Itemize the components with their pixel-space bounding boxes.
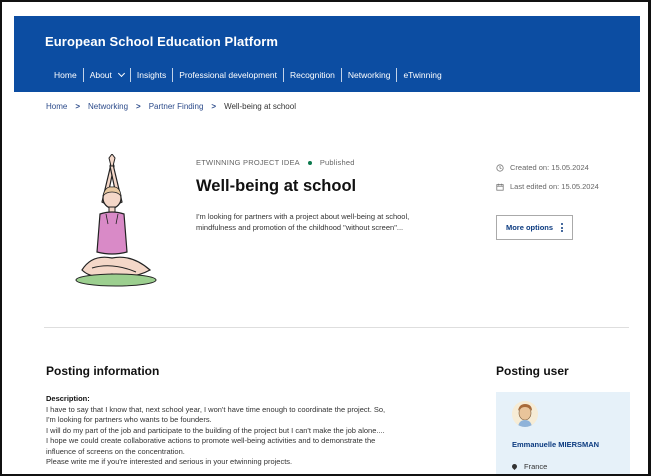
created-date: Created on: 15.05.2024 xyxy=(496,163,589,172)
section-divider xyxy=(44,327,629,328)
description-line: Please write me if you're interested and… xyxy=(46,457,293,466)
nav-home[interactable]: Home xyxy=(50,68,83,82)
chevron-down-icon xyxy=(117,69,125,78)
description-label: Description: xyxy=(46,394,90,403)
posting-user-country-text: France xyxy=(524,462,548,471)
posting-information-heading: Posting information xyxy=(46,364,160,378)
breadcrumb-partner-finding[interactable]: Partner Finding xyxy=(149,102,204,111)
yoga-meditation-figure-icon xyxy=(75,154,157,287)
site-header: European School Education Platform Home … xyxy=(14,16,640,92)
nav-etwinning-label: eTwinning xyxy=(403,70,442,80)
posting-user-country: France xyxy=(510,462,548,471)
project-status: Published xyxy=(319,158,355,167)
posting-user-heading: Posting user xyxy=(496,364,569,378)
project-summary: I'm looking for partners with a project … xyxy=(196,212,410,232)
site-title[interactable]: European School Education Platform xyxy=(45,34,278,49)
nav-etwinning[interactable]: eTwinning xyxy=(396,68,447,82)
description-line: I hope we could create collaborative act… xyxy=(46,436,376,445)
nav-professional-development[interactable]: Professional development xyxy=(172,68,283,82)
edited-date: Last edited on: 15.05.2024 xyxy=(496,182,599,191)
more-options-button[interactable]: More options xyxy=(496,215,573,240)
description-block: Description: I have to say that I know t… xyxy=(46,394,446,468)
location-pin-icon xyxy=(510,462,519,471)
description-line: I'm looking for partners who wants to be… xyxy=(46,415,212,424)
breadcrumb-separator-icon: > xyxy=(211,102,217,111)
nav-insights-label: Insights xyxy=(136,70,167,80)
clock-icon xyxy=(496,163,504,172)
edited-date-text: Last edited on: 15.05.2024 xyxy=(510,182,599,191)
nav-recognition[interactable]: Recognition xyxy=(283,68,341,82)
project-kicker: ETWINNING PROJECT IDEA Published xyxy=(196,158,355,167)
nav-professional-development-label: Professional development xyxy=(179,70,278,80)
nav-home-label: Home xyxy=(54,70,77,80)
nav-recognition-label: Recognition xyxy=(290,70,335,80)
page-frame: European School Education Platform Home … xyxy=(0,0,651,476)
nav-networking-label: Networking xyxy=(347,70,391,80)
project-type-label: ETWINNING PROJECT IDEA xyxy=(196,158,300,167)
breadcrumb: Home > Networking > Partner Finding > We… xyxy=(46,102,296,111)
nav-about[interactable]: About xyxy=(82,68,130,82)
breadcrumb-separator-icon: > xyxy=(75,102,81,111)
description-line: I have to say that I know that, next sch… xyxy=(46,404,386,414)
nav-networking[interactable]: Networking xyxy=(340,68,397,82)
created-date-text: Created on: 15.05.2024 xyxy=(510,163,589,172)
description-line: influence of screens on the concentratio… xyxy=(46,446,185,456)
calendar-icon xyxy=(496,183,504,191)
published-status-dot-icon xyxy=(307,160,312,165)
more-options-label: More options xyxy=(505,223,554,232)
description-line: I will do my part of the job and partici… xyxy=(46,425,385,435)
breadcrumb-current: Well-being at school xyxy=(224,102,296,111)
user-avatar-icon xyxy=(512,401,538,427)
avatar[interactable] xyxy=(512,401,538,427)
nav-insights[interactable]: Insights xyxy=(129,68,172,82)
page-title: Well-being at school xyxy=(196,177,357,195)
nav-about-label: About xyxy=(89,70,112,80)
posting-user-name[interactable]: Emmanuelle MIERSMAN xyxy=(512,440,599,449)
breadcrumb-networking[interactable]: Networking xyxy=(88,102,128,111)
breadcrumb-home[interactable]: Home xyxy=(46,102,67,111)
kebab-menu-icon xyxy=(561,223,564,232)
breadcrumb-separator-icon: > xyxy=(136,102,141,111)
posting-user-card: Emmanuelle MIERSMAN France xyxy=(496,392,630,474)
main-nav: Home About Insights Professional develop… xyxy=(50,68,448,82)
